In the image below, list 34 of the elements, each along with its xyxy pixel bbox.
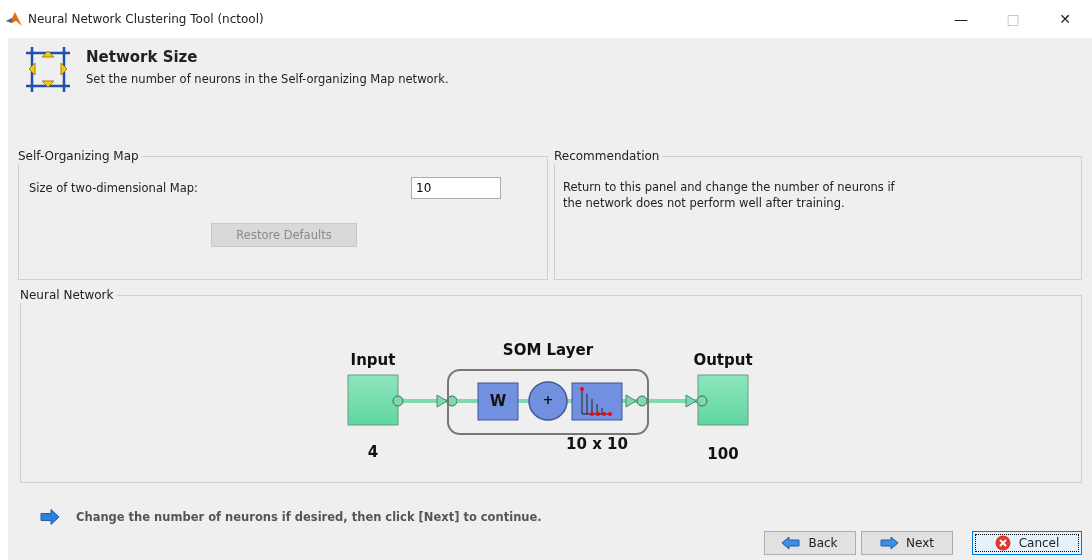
layer-size: 10 x 10 <box>566 435 628 453</box>
transfer-function-icon <box>571 382 623 421</box>
minimize-button[interactable]: — <box>938 11 984 27</box>
weight-label: W <box>489 392 507 410</box>
back-button[interactable]: Back <box>764 531 856 555</box>
weight-block <box>477 382 519 421</box>
close-button[interactable]: ✕ <box>1042 11 1088 27</box>
panel-title: Self-Organizing Map <box>18 149 142 164</box>
sum-node <box>528 381 568 421</box>
input-block <box>347 374 399 426</box>
next-button[interactable]: Next <box>861 531 953 555</box>
field-label: Size of two-dimensional Map: <box>29 181 199 195</box>
resize-icon <box>24 46 72 92</box>
recommendation-text: Return to this panel and change the number of neurons if the network does not perform well after training. <box>562 179 896 211</box>
cancel-button[interactable]: Cancel <box>972 531 1082 555</box>
sum-label: + <box>542 392 554 407</box>
output-label: Output <box>693 351 753 369</box>
window-title: Neural Network Clustering Tool (nctool) <box>28 12 265 26</box>
page-subtitle: Set the number of neurons in the Self-organizing Map network. <box>86 72 449 86</box>
output-block <box>697 374 749 426</box>
page-title: Network Size <box>86 48 199 66</box>
input-label: Input <box>350 351 396 369</box>
hint-text: Change the number of neurons if desired, then click [Next] to continue. <box>76 510 542 524</box>
input-size: 4 <box>367 443 379 461</box>
panel-title: Recommendation <box>554 149 663 164</box>
app-logo-icon <box>6 12 22 26</box>
cancel-icon <box>994 535 1011 551</box>
layer-label: SOM Layer <box>502 341 594 359</box>
arrow-right-icon <box>880 537 898 549</box>
output-size: 100 <box>707 445 739 463</box>
arrow-right-icon <box>40 509 60 525</box>
map-size-field[interactable]: 10 <box>411 177 501 199</box>
panel-title: Neural Network <box>20 288 117 303</box>
arrow-left-icon <box>782 537 801 549</box>
